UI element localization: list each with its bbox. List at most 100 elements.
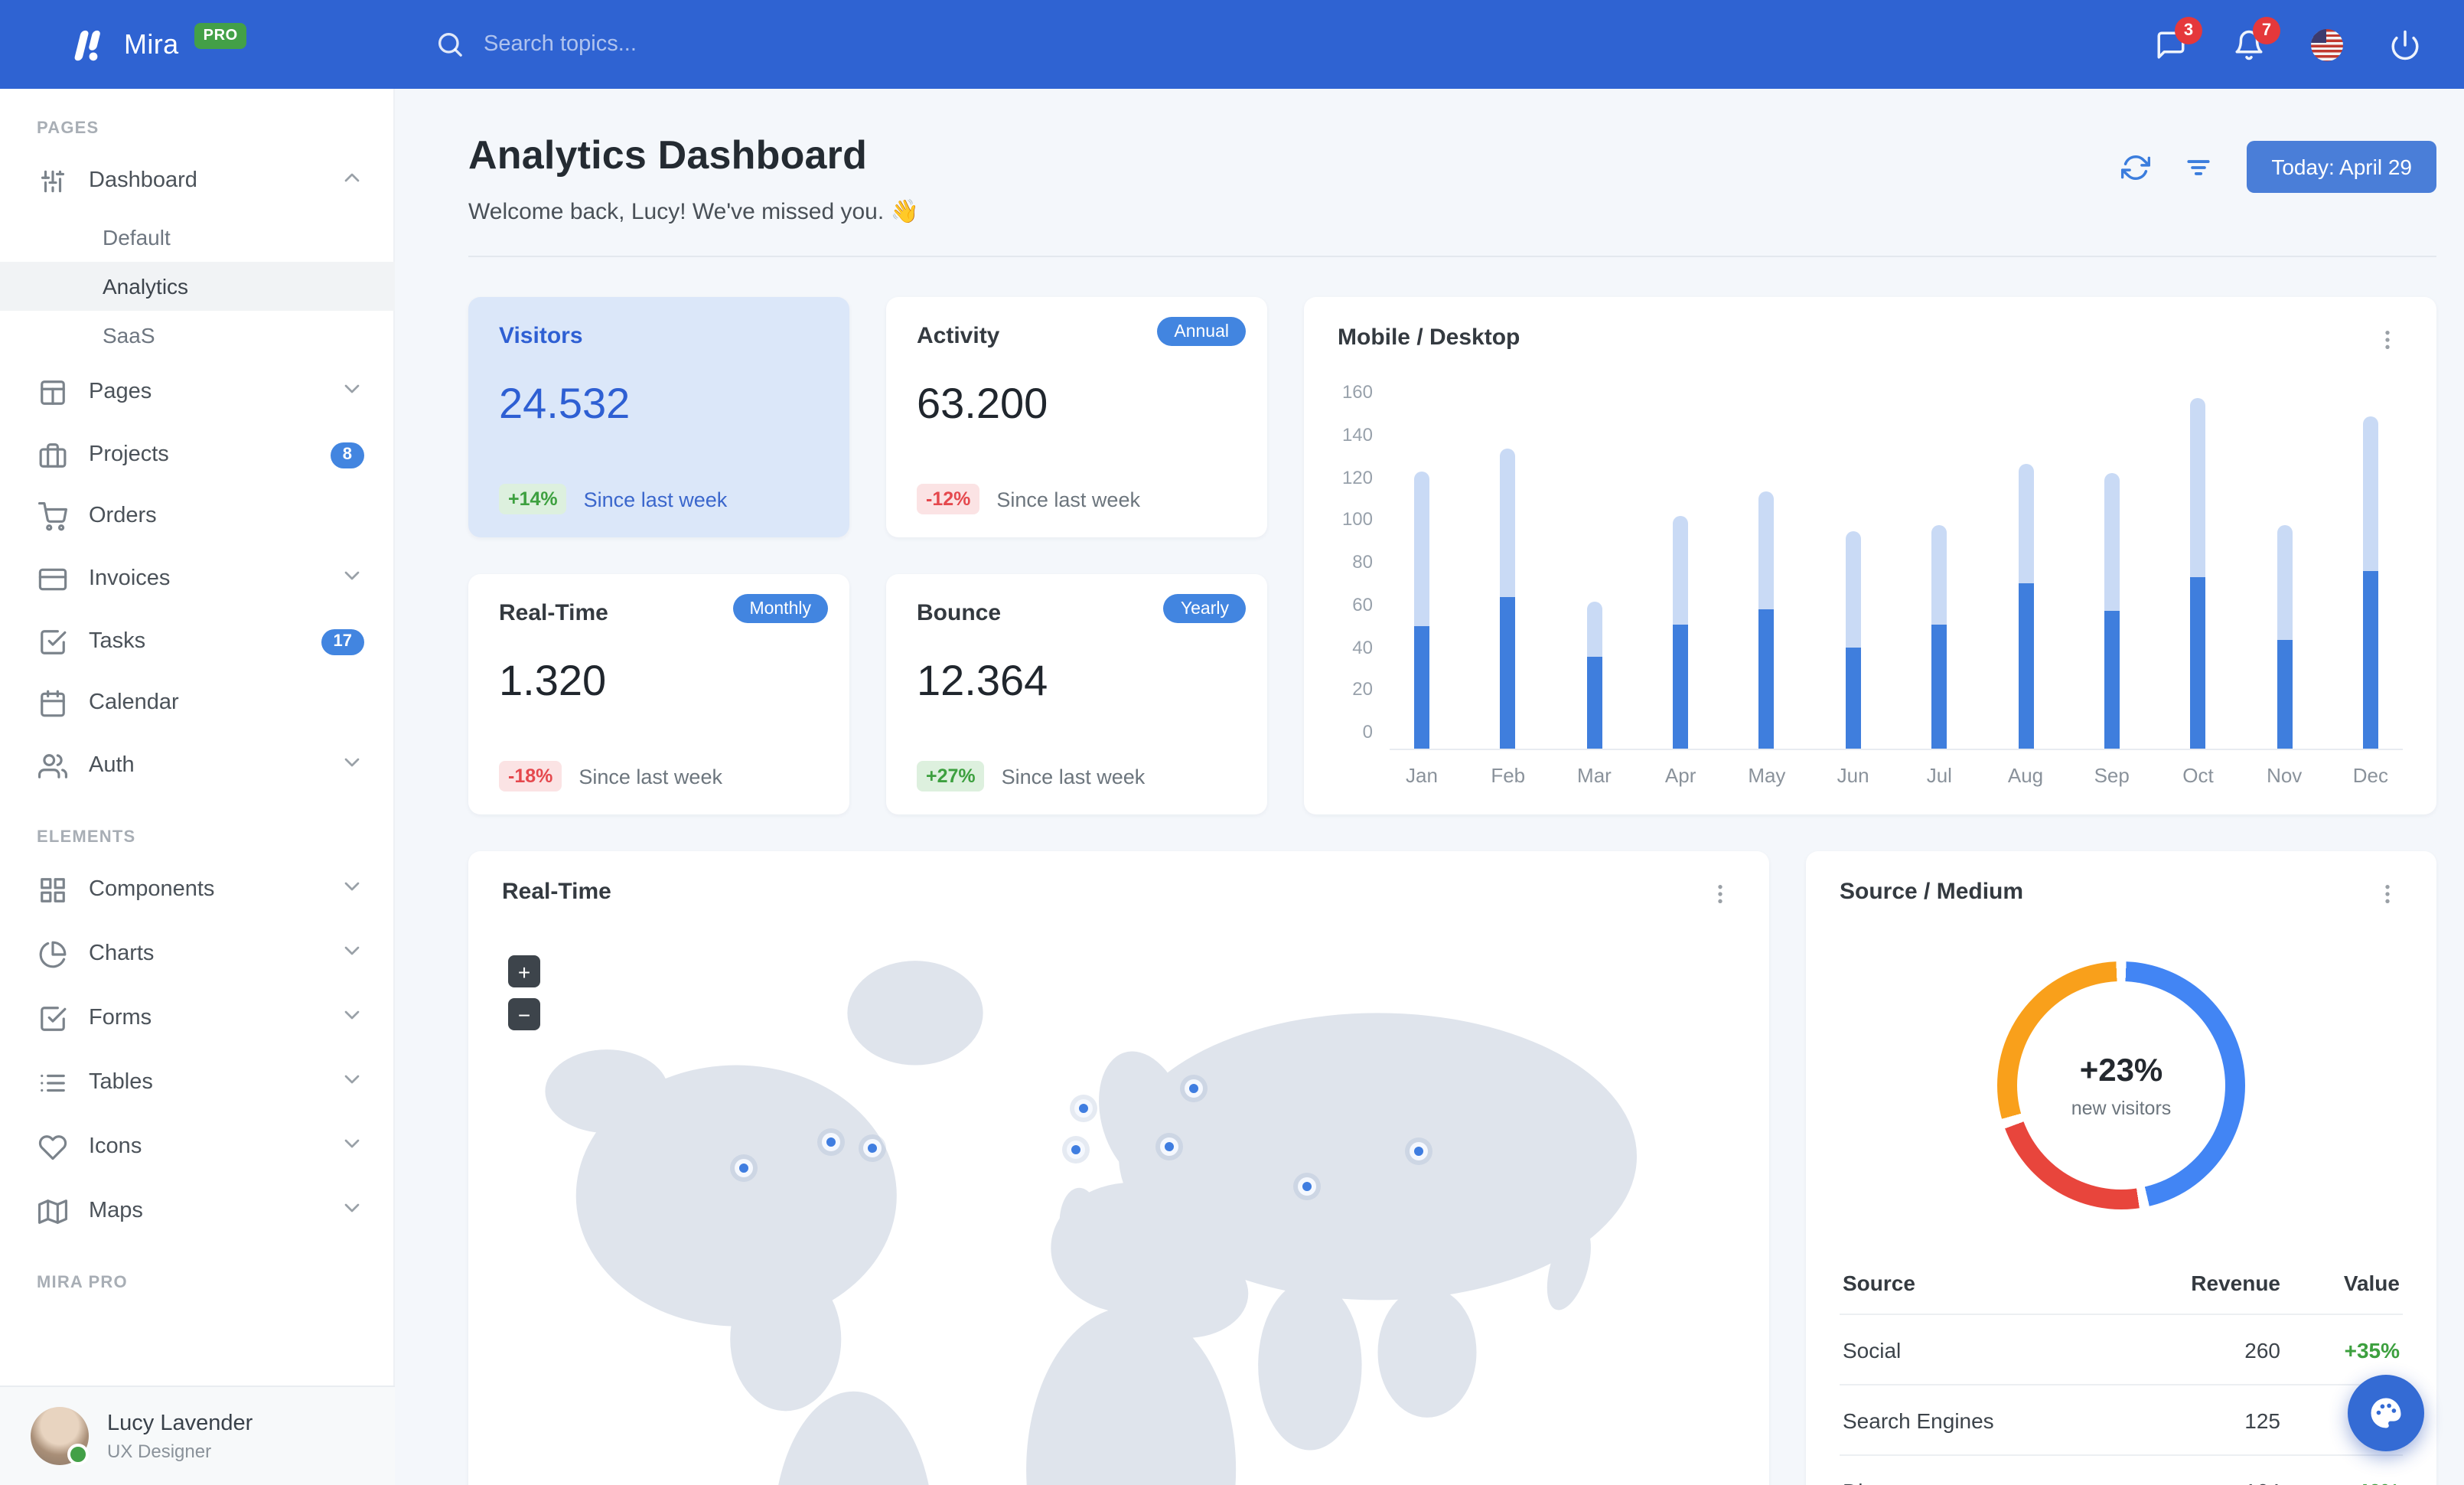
stat-period-pill[interactable]: Monthly: [732, 594, 828, 623]
bar-mobile-segment: [1931, 624, 1947, 749]
sidebar-item-forms[interactable]: Forms: [0, 986, 395, 1050]
chart-menu-button[interactable]: [2372, 325, 2403, 355]
chevron-down-icon: [340, 749, 364, 782]
palette-icon: [2371, 1398, 2401, 1428]
source-medium-card: Source / Medium +23% new visitors Source…: [1806, 851, 2436, 1485]
x-tick-label: Sep: [2094, 764, 2130, 787]
avatar: [31, 1407, 89, 1465]
y-tick-label: 100: [1341, 508, 1373, 530]
table-row: Search Engines125-12%: [1840, 1384, 2403, 1455]
sidebar-item-icons[interactable]: Icons: [0, 1115, 395, 1179]
sidebar-item-invoices[interactable]: Invoices: [0, 547, 395, 611]
bar-mobile-segment: [2362, 570, 2378, 749]
chevron-down-icon: [340, 1002, 364, 1034]
sidebar-subitem-analytics[interactable]: Analytics: [0, 262, 395, 311]
users-icon: [38, 753, 67, 778]
map-marker-4: [1074, 1098, 1093, 1118]
bar-desktop-segment: [1931, 525, 1947, 625]
chevron-down-icon: [340, 938, 364, 970]
map-icon: [38, 1199, 67, 1223]
bar-mobile-segment: [1758, 609, 1775, 749]
notifications-button[interactable]: 7: [2233, 16, 2280, 60]
bar-plot: [1390, 389, 2403, 750]
cell-value: +46%: [2283, 1454, 2403, 1485]
heart-icon: [38, 1134, 67, 1160]
sidebar-item-orders[interactable]: Orders: [0, 485, 395, 547]
bar-desktop-segment: [2018, 464, 2034, 584]
sidebar-item-label: Components: [89, 877, 215, 902]
sidebar-subitem-saas[interactable]: SaaS: [0, 311, 395, 360]
sidebar-item-label: Auth: [89, 753, 135, 778]
navbar-search[interactable]: [435, 29, 851, 60]
x-tick-label: Oct: [2182, 764, 2214, 787]
chevron-up-icon: [344, 172, 360, 181]
sidebar-item-label: Forms: [89, 1006, 152, 1030]
messages-button[interactable]: 3: [2155, 16, 2202, 60]
y-tick-label: 60: [1352, 593, 1373, 615]
x-tick-label: May: [1748, 764, 1786, 787]
sign-out-button[interactable]: [2389, 28, 2421, 60]
bar-apr: [1673, 516, 1689, 749]
sidebar-item-tables[interactable]: Tables: [0, 1050, 395, 1115]
map-title: Real-Time: [502, 879, 611, 905]
date-range-button[interactable]: Today: April 29: [2247, 141, 2436, 193]
x-tick-label: Jan: [1406, 764, 1438, 787]
filter-button[interactable]: [2184, 152, 2213, 181]
check-square-icon: [41, 629, 67, 654]
bar-jul: [1931, 525, 1947, 749]
map-marker-8: [1298, 1177, 1317, 1196]
sidebar: PAGES Dashboard Default Analytics SaaS Pages P…: [0, 89, 395, 1485]
map-zoom-out-button[interactable]: −: [508, 998, 540, 1030]
map-menu-button[interactable]: [1705, 879, 1736, 909]
y-tick-label: 0: [1362, 721, 1373, 742]
brand-name: Mira: [124, 28, 179, 59]
stat-value: 63.200: [917, 380, 1048, 427]
stat-card-real-time: Real-Time Monthly 1.320 -18% Since last we…: [468, 574, 849, 814]
y-tick-label: 140: [1341, 423, 1373, 445]
sidebar-item-calendar[interactable]: Calendar: [0, 672, 395, 733]
sidebar-item-auth[interactable]: Auth: [0, 733, 395, 798]
sidebar-item-components[interactable]: Components: [0, 857, 395, 922]
chevron-down-icon: [344, 1203, 360, 1212]
bar-desktop-segment: [2362, 416, 2378, 570]
map-zoom-in-button[interactable]: +: [508, 955, 540, 987]
sidebar-subitem-default[interactable]: Default: [0, 213, 395, 262]
bar-aug: [2018, 464, 2034, 749]
map-marker-3: [862, 1138, 882, 1157]
stat-cards: Visitors 24.532 +14% Since last week Acti…: [468, 297, 1267, 814]
page-subtitle: Welcome back, Lucy! We've missed you. 👋: [468, 199, 919, 225]
source-menu-button[interactable]: [2372, 879, 2403, 909]
briefcase-icon: [39, 442, 67, 467]
sidebar-user[interactable]: Lucy Lavender UX Designer: [0, 1385, 395, 1485]
sidebar-item-label: Maps: [89, 1199, 143, 1223]
x-tick-label: Dec: [2352, 764, 2389, 787]
notifications-count-badge: 7: [2253, 16, 2280, 44]
sidebar-item-pages[interactable]: Pages: [0, 360, 395, 424]
bar-desktop-segment: [1586, 602, 1602, 656]
sidebar-item-maps[interactable]: Maps: [0, 1179, 395, 1243]
theme-settings-button[interactable]: [2348, 1375, 2424, 1451]
kebab-icon: [2385, 331, 2390, 349]
sidebar-item-dashboard[interactable]: Dashboard: [0, 148, 395, 213]
refresh-button[interactable]: [2121, 152, 2151, 181]
sidebar-item-projects[interactable]: Projects 8: [0, 424, 395, 485]
y-tick-label: 120: [1341, 466, 1373, 488]
stat-period-pill[interactable]: Annual: [1157, 317, 1246, 346]
brand[interactable]: Mira PRO: [0, 22, 395, 65]
sidebar-item-tasks[interactable]: Tasks 17: [0, 611, 395, 672]
sidebar-section-label: MIRA PRO: [37, 1274, 128, 1292]
bar-nov: [2277, 525, 2293, 749]
stat-period-pill[interactable]: Yearly: [1163, 594, 1246, 623]
search-input[interactable]: [484, 32, 851, 57]
user-name: Lucy Lavender: [107, 1411, 253, 1435]
stat-delta-badge: -18%: [499, 761, 562, 791]
y-tick-label: 40: [1352, 636, 1373, 658]
refresh-icon: [2121, 155, 2151, 179]
language-button[interactable]: [2311, 28, 2343, 60]
map-marker-1: [734, 1159, 753, 1178]
col-value: Value: [2343, 1271, 2400, 1295]
mira-logo-icon: [67, 24, 109, 65]
sidebar-item-charts[interactable]: Charts: [0, 922, 395, 986]
x-tick-label: Jul: [1926, 764, 1952, 787]
sidebar-nav: PAGES Dashboard Default Analytics SaaS Pages P…: [0, 89, 395, 1385]
